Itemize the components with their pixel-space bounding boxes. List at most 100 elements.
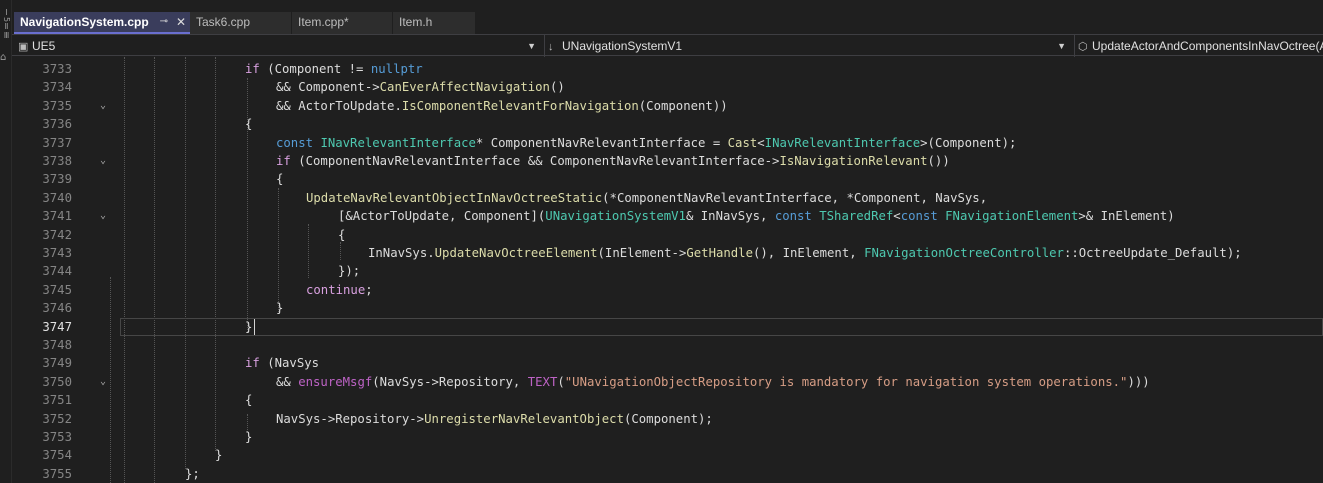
code-token: const [900,209,938,224]
tab-task6-cpp[interactable]: Task6.cpp [190,12,291,34]
code-token: (Component)) [638,98,728,113]
scope-dropdown[interactable]: ↓ UNavigationSystemV1 ▼ [548,37,1070,55]
code-line[interactable]: 3749 if (NavSys [12,354,1323,372]
code-line[interactable]: 3743 InNavSys.UpdateNavOctreeElement(InEl… [12,244,1323,262]
code-line[interactable]: 3751 { [12,391,1323,409]
bookmark-icon[interactable]: ⌂ [0,52,6,63]
code-line[interactable]: 3737 const INavRelevantInterface* Compone… [12,134,1323,152]
code-line[interactable]: 3750 ⌄ && ensureMsgf(NavSys->Repository, T… [12,373,1323,391]
code-text: { [276,170,283,188]
code-token: != [348,62,364,76]
code-line[interactable]: 3741 ⌄ [&ActorToUpdate, Component](UNaviga… [12,207,1323,225]
fold-chevron-icon[interactable]: ⌄ [100,207,106,225]
code-token: InNavSys. [368,246,435,260]
code-token: UNavigationSystemV1 [545,209,686,224]
line-number: 3753 [42,430,72,444]
line-number: 3734 [42,80,72,95]
code-token: { [338,227,346,242]
code-line[interactable]: 3735 ⌄ && ActorToUpdate.IsComponentRelevan… [12,97,1323,115]
code-token: < [757,135,765,150]
code-token: (InElement-> [597,246,687,260]
code-token: && Component-> [276,80,380,95]
code-token: (Component); [623,411,713,426]
code-token: INavRelevantInterface [764,135,921,150]
code-token: } [245,319,253,334]
code-text: UpdateNavRelevantObjectInNavOctreeStatic… [306,189,987,207]
code-line[interactable]: 3740 UpdateNavRelevantObjectInNavOctreeSt… [12,189,1323,207]
code-token: (*ComponentNavRelevantInterface, *Compon… [602,190,988,205]
line-number: 3748 [42,338,72,352]
tab-label: Task6.cpp [196,15,251,29]
tab-label: NavigationSystem.cpp [20,15,149,29]
code-line[interactable]: 3733 if (Component != nullptr [12,60,1323,78]
line-number: 3754 [42,448,72,463]
navigation-bar: ▣ UE5 ▼ ↓ UNavigationSystemV1 ▼ ⬡ UpdateAct… [12,34,1323,57]
code-token: nullptr [370,62,423,76]
line-number: 3755 [42,466,72,481]
line-number: 3739 [42,172,72,187]
code-line[interactable]: 3754} [12,446,1323,464]
code-token: && [276,374,299,389]
close-icon[interactable]: ✕ [176,12,186,32]
code-token: & InNavSys, [685,209,775,224]
code-token: CanEverAffectNavigation [379,80,550,95]
code-line[interactable]: 3746} [12,299,1323,317]
tab-label: Item.h [399,15,433,29]
code-text: if (Component != nullptr [245,60,423,78]
code-token: GetHandle [686,246,753,260]
code-token: UnregisterNavRelevantObject [424,411,624,426]
code-token: (NavSys [259,356,320,371]
code-line[interactable]: 3744}); [12,262,1323,280]
code-line[interactable]: 3736 { [12,115,1323,133]
code-line[interactable]: 3738 ⌄ if (ComponentNavRelevantInterface &… [12,152,1323,170]
chevron-down-icon: ▼ [527,41,536,51]
code-line[interactable]: 3745 continue; [12,281,1323,299]
side-tool-label[interactable]: Ⅰ5ⅡⅢ [1,8,11,40]
code-text: && Component->CanEverAffectNavigation() [276,78,565,96]
divider [544,35,545,57]
code-line[interactable]: 3747} [12,318,1323,336]
code-line[interactable]: 3752 NavSys->Repository->UnregisterNavRel… [12,410,1323,428]
code-text: && ActorToUpdate.IsComponentRelevantForN… [276,97,728,115]
code-text: continue; [306,281,373,299]
tab-item-cpp[interactable]: Item.cpp* [292,12,392,34]
line-number: 3743 [42,246,72,260]
code-token: Cast [727,135,758,150]
code-token: * ComponentNavRelevantInterface = [475,135,728,150]
code-token: INavRelevantInterface [320,135,476,150]
line-number: 3749 [42,356,72,371]
code-token: { [245,117,253,132]
code-token: }; [185,466,200,481]
code-token: ensureMsgf [298,374,373,389]
code-token: ()) [927,154,950,168]
line-number: 3742 [42,227,72,242]
code-line[interactable]: 3755}; [12,465,1323,483]
code-line[interactable]: 3742 { [12,226,1323,244]
project-name: UE5 [32,39,56,53]
code-editor[interactable]: 3733 if (Component != nullptr 3734 && Compo… [12,57,1323,483]
code-line[interactable]: 3734 && Component->CanEverAffectNavigatio… [12,78,1323,96]
code-token: } [276,301,284,316]
code-line[interactable]: 3748 [12,336,1323,354]
member-dropdown[interactable]: ⬡ UpdateActorAndComponentsInNavOctree(AAc… [1078,37,1323,55]
code-token: { [245,393,253,408]
code-token: }); [338,264,361,279]
code-token: const [774,209,812,224]
fold-chevron-icon[interactable]: ⌄ [100,97,106,115]
line-number: 3741 [42,209,72,224]
code-line[interactable]: 3753} [12,428,1323,446]
code-token: } [215,448,223,463]
fold-chevron-icon[interactable]: ⌄ [100,373,106,391]
fold-chevron-icon[interactable]: ⌄ [100,152,106,170]
code-text: } [245,318,252,336]
tab-label: Item.cpp* [298,15,349,29]
code-line[interactable]: 3739 { [12,170,1323,188]
pin-icon[interactable]: ⊸ [160,12,168,32]
code-token: { [276,172,284,187]
chevron-down-icon: ▼ [1057,41,1066,51]
code-token: >& InElement) [1078,209,1175,224]
tab-item-h[interactable]: Item.h [393,12,475,34]
project-dropdown[interactable]: ▣ UE5 ▼ [18,37,540,55]
tab-navigationsystem-cpp[interactable]: NavigationSystem.cpp ⊸ ✕ [14,12,194,34]
